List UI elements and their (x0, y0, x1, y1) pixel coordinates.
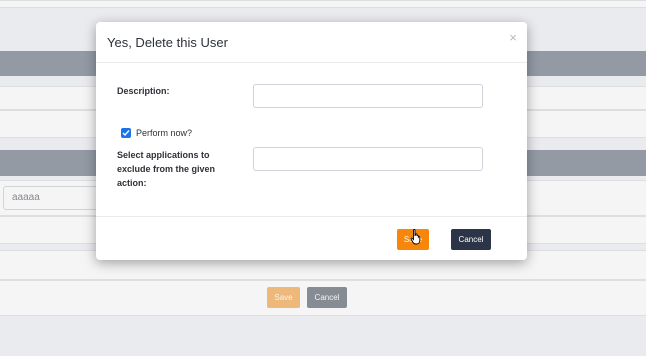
description-field[interactable] (253, 84, 483, 108)
cancel-button[interactable]: Cancel (451, 229, 491, 250)
exclude-applications-field[interactable] (253, 147, 483, 171)
hand-pointer-icon (410, 229, 421, 245)
dialog-title: Yes, Delete this User (107, 35, 228, 50)
confirm-delete-dialog: Yes, Delete this User × Description: Per… (96, 22, 527, 260)
exclude-label-line2: exclude from the given (117, 164, 216, 174)
exclude-label-line1: Select applications to (117, 150, 210, 160)
checkmark-icon (122, 130, 130, 137)
exclude-label-line3: action: (117, 178, 147, 188)
close-icon[interactable]: × (506, 31, 520, 45)
perform-now-label: Perform now? (136, 128, 193, 138)
dialog-footer: Save Cancel (96, 216, 527, 260)
dialog-header: Yes, Delete this User × (96, 22, 527, 63)
perform-now-checkbox[interactable] (121, 128, 131, 138)
description-label: Description: (117, 86, 170, 96)
